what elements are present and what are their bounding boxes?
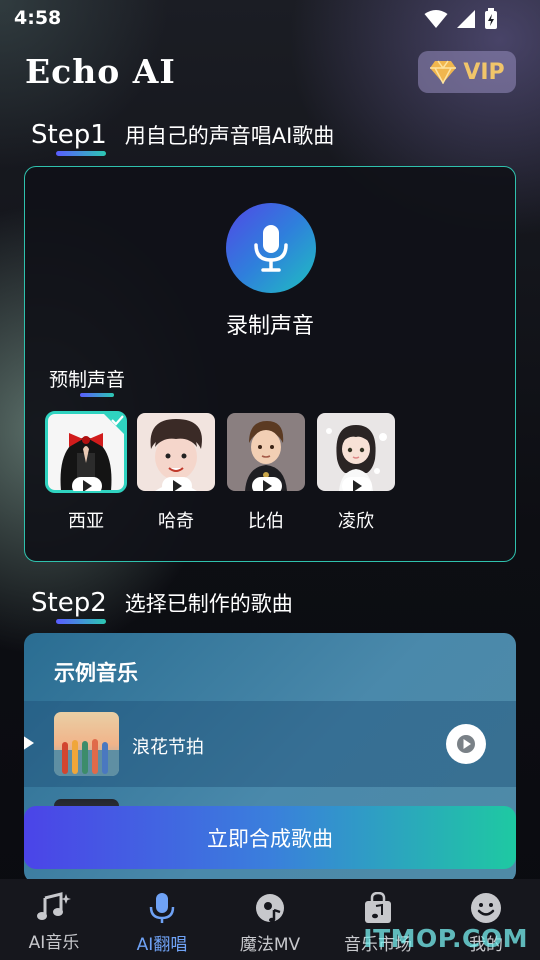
- voice-play-button[interactable]: [72, 477, 102, 491]
- selected-check-icon: [103, 413, 125, 435]
- preset-voice-label: 预制声音: [49, 369, 126, 391]
- play-icon: [263, 480, 272, 491]
- step1-tag-text: Step1: [31, 120, 107, 150]
- voice-play-button[interactable]: [162, 477, 192, 491]
- voice-item-bibo[interactable]: 比伯: [227, 413, 305, 533]
- voice-play-button[interactable]: [342, 477, 372, 491]
- app-title: Echo AI: [25, 52, 176, 91]
- step2-heading: Step2 选择已制作的歌曲: [31, 588, 293, 624]
- record-button[interactable]: [226, 203, 316, 293]
- avatar: [45, 411, 127, 493]
- nav-label: 魔法MV: [239, 935, 301, 955]
- song-row[interactable]: 浪花节拍: [24, 701, 516, 787]
- voice-play-button[interactable]: [252, 477, 282, 491]
- preset-voice-list: 西亚 哈奇 比伯 凌欣: [45, 411, 395, 533]
- record-voice-card: 录制声音 预制声音 西亚 哈奇 比伯 凌欣: [24, 166, 516, 562]
- status-icons: [424, 8, 498, 30]
- step1-tag: Step1: [31, 120, 107, 156]
- step2-tag: Step2: [31, 588, 107, 624]
- smiley-face-icon: [471, 893, 501, 923]
- status-bar: 4:58: [0, 0, 540, 38]
- nav-label: AI音乐: [28, 933, 80, 953]
- step2-description: 选择已制作的歌曲: [124, 592, 293, 616]
- play-icon: [353, 480, 362, 491]
- avatar: [317, 413, 395, 491]
- song-cover: [54, 712, 119, 776]
- watermark: ITMOP.COM: [363, 924, 528, 953]
- play-icon: [457, 735, 475, 753]
- nav-item-magic-mv[interactable]: 魔法MV: [216, 879, 324, 960]
- vip-button[interactable]: VIP: [418, 51, 516, 93]
- nav-item-ai-music[interactable]: AI音乐: [0, 879, 108, 960]
- shopping-bag-icon: [365, 892, 391, 923]
- battery-icon: [485, 8, 497, 29]
- wifi-icon: [424, 10, 448, 28]
- vip-label: VIP: [463, 59, 505, 85]
- voice-name: 凌欣: [338, 511, 374, 532]
- nav-label: AI翻唱: [136, 935, 188, 955]
- step1-heading: Step1 用自己的声音唱AI歌曲: [31, 120, 335, 156]
- cover-image: [54, 712, 119, 776]
- step1-underline: [56, 151, 106, 156]
- play-icon: [83, 480, 92, 491]
- status-time: 4:58: [14, 7, 62, 29]
- disc-icon: [256, 894, 284, 923]
- diamond-icon: [430, 60, 457, 84]
- sample-music-title: 示例音乐: [54, 661, 138, 685]
- step2-tag-text: Step2: [31, 588, 107, 618]
- avatar: [137, 413, 215, 491]
- music-note-icon: [37, 892, 71, 920]
- voice-name: 哈奇: [158, 511, 194, 532]
- voice-item-xiya[interactable]: 西亚: [45, 411, 127, 533]
- preset-underline: [80, 393, 114, 397]
- row-indicator-icon: [24, 735, 34, 751]
- avatar: [227, 413, 305, 491]
- song-play-button[interactable]: [446, 724, 486, 764]
- voice-item-haqi[interactable]: 哈奇: [137, 413, 215, 533]
- song-name: 浪花节拍: [132, 737, 204, 758]
- step1-description: 用自己的声音唱AI歌曲: [124, 124, 335, 148]
- play-icon: [173, 480, 182, 491]
- signal-icon: [457, 10, 475, 28]
- microphone-icon: [149, 893, 175, 923]
- microphone-icon: [254, 225, 288, 272]
- nav-item-ai-cover[interactable]: AI翻唱: [108, 879, 216, 960]
- step2-underline: [56, 619, 106, 624]
- record-voice-label: 录制声音: [225, 314, 314, 339]
- voice-name: 西亚: [68, 511, 104, 532]
- voice-item-lingxin[interactable]: 凌欣: [317, 413, 395, 533]
- voice-name: 比伯: [248, 511, 284, 532]
- synthesize-song-button[interactable]: 立即合成歌曲: [24, 806, 516, 869]
